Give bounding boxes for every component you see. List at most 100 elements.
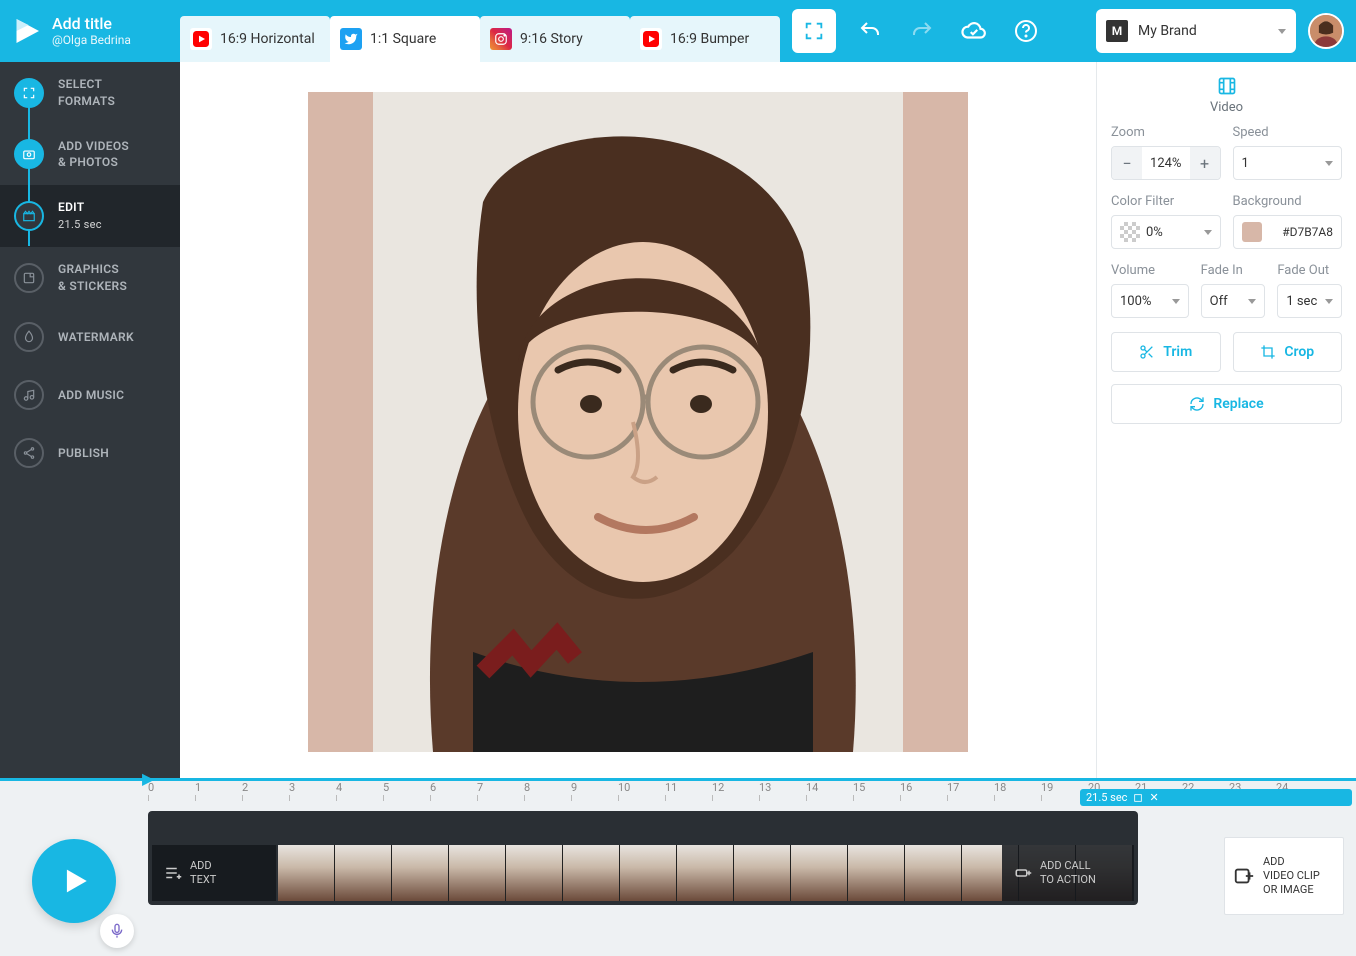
- add-clip-button[interactable]: ADDVIDEO CLIPOR IMAGE: [1224, 837, 1344, 915]
- step-music[interactable]: ADD MUSIC: [0, 366, 180, 424]
- zoom-minus[interactable]: −: [1112, 147, 1142, 179]
- transparent-swatch: [1120, 222, 1140, 242]
- fullscreen-button[interactable]: [792, 9, 836, 53]
- volume-label: Volume: [1111, 263, 1189, 278]
- timeline: ▶ 01234567891011121314151617181920212223…: [0, 778, 1356, 956]
- project-title[interactable]: Add title: [52, 14, 131, 33]
- clip-thumb: [734, 845, 791, 901]
- tab-square[interactable]: 1:1 Square: [330, 16, 480, 62]
- step-add-videos[interactable]: ADD VIDEOS& PHOTOS: [0, 124, 180, 186]
- cta-icon: [1014, 864, 1032, 882]
- fadeout-label: Fade Out: [1277, 263, 1342, 278]
- music-icon: [22, 388, 36, 402]
- video-canvas[interactable]: [308, 92, 968, 752]
- step-label: PUBLISH: [58, 445, 109, 462]
- step-label: GRAPHICS& STICKERS: [58, 261, 127, 295]
- zoom-plus[interactable]: +: [1190, 147, 1220, 179]
- chevron-down-icon: [1204, 230, 1212, 235]
- clip-thumb: [791, 845, 848, 901]
- topbar: Add title @Olga Bedrina 16:9 Horizontal …: [0, 0, 1356, 62]
- project-user: @Olga Bedrina: [52, 33, 131, 47]
- ruler-tick: 18: [994, 781, 1041, 805]
- ruler-tick: 9: [571, 781, 618, 805]
- background-label: Background: [1233, 194, 1343, 209]
- step-select-formats[interactable]: SELECTFORMATS: [0, 62, 180, 124]
- brand-name: My Brand: [1138, 23, 1197, 39]
- ruler-tick: 4: [336, 781, 383, 805]
- tab-label: 16:9 Bumper: [670, 31, 749, 47]
- clip-thumb: [905, 845, 962, 901]
- ruler-tick: 11: [665, 781, 712, 805]
- fadeout-select[interactable]: 1 sec: [1277, 284, 1342, 318]
- clip-thumb: [677, 845, 734, 901]
- step-edit[interactable]: EDIT21.5 sec: [0, 185, 180, 247]
- video-frame: [373, 92, 903, 752]
- instagram-icon: [490, 28, 512, 50]
- help-button[interactable]: [1008, 13, 1044, 49]
- replace-button[interactable]: Replace: [1111, 384, 1342, 424]
- clapper-icon: [22, 209, 36, 223]
- close-icon[interactable]: ✕: [1149, 791, 1158, 804]
- ruler-tick: 16: [900, 781, 947, 805]
- step-graphics[interactable]: GRAPHICS& STICKERS: [0, 247, 180, 309]
- ruler-tick: 13: [759, 781, 806, 805]
- volume-select[interactable]: 100%: [1111, 284, 1189, 318]
- colorfilter-label: Color Filter: [1111, 194, 1221, 209]
- trim-button[interactable]: Trim: [1111, 332, 1221, 372]
- video-clip[interactable]: ADDTEXT ADD CALLTO ACTION: [148, 811, 1138, 905]
- panel-title: Video: [1210, 100, 1243, 115]
- background-select[interactable]: #D7B7A8: [1233, 215, 1343, 249]
- share-icon: [22, 446, 36, 460]
- clip-thumb: [392, 845, 449, 901]
- fadein-select[interactable]: Off: [1201, 284, 1266, 318]
- ruler-tick: 3: [289, 781, 336, 805]
- brand-badge: M: [1106, 20, 1128, 42]
- expand-icon[interactable]: [1133, 793, 1143, 803]
- tab-story[interactable]: 9:16 Story: [480, 16, 630, 62]
- zoom-stepper[interactable]: − 124% +: [1111, 146, 1221, 180]
- step-label: WATERMARK: [58, 329, 134, 346]
- formats-icon: [22, 86, 36, 100]
- user-avatar[interactable]: [1308, 13, 1344, 49]
- brand-select[interactable]: M My Brand: [1096, 9, 1296, 53]
- app-logo: [12, 16, 42, 46]
- add-text-button[interactable]: ADDTEXT: [152, 845, 276, 901]
- step-publish[interactable]: PUBLISH: [0, 424, 180, 482]
- speed-select[interactable]: 1: [1233, 146, 1343, 180]
- track-area[interactable]: 21.5 sec ✕ ADDTEXT ADD CALLTO ACTION: [148, 805, 1356, 956]
- tab-label: 9:16 Story: [520, 31, 583, 47]
- cloud-save-button[interactable]: [956, 13, 992, 49]
- zoom-label: Zoom: [1111, 125, 1221, 140]
- undo-button[interactable]: [852, 13, 888, 49]
- tab-label: 16:9 Horizontal: [220, 31, 315, 47]
- youtube-icon: [190, 28, 212, 50]
- replace-icon: [1189, 396, 1205, 412]
- crop-button[interactable]: Crop: [1233, 332, 1343, 372]
- sticker-icon: [22, 271, 36, 285]
- fadein-label: Fade In: [1201, 263, 1266, 278]
- bg-swatch: [1242, 222, 1262, 242]
- step-watermark[interactable]: WATERMARK: [0, 308, 180, 366]
- ruler-tick: 14: [806, 781, 853, 805]
- clip-thumb: [506, 845, 563, 901]
- chevron-down-icon: [1248, 299, 1256, 304]
- ruler-tick: 12: [712, 781, 759, 805]
- text-icon: [164, 864, 182, 882]
- add-media-icon: [1233, 865, 1255, 887]
- colorfilter-select[interactable]: 0%: [1111, 215, 1221, 249]
- youtube-icon: [640, 28, 662, 50]
- play-button[interactable]: [32, 839, 116, 923]
- add-cta-button[interactable]: ADD CALLTO ACTION: [1002, 845, 1134, 901]
- step-label: SELECTFORMATS: [58, 76, 115, 110]
- ruler-tick: 17: [947, 781, 994, 805]
- format-tabs: 16:9 Horizontal 1:1 Square 9:16 Story 16…: [180, 0, 780, 62]
- step-label: ADD MUSIC: [58, 387, 124, 404]
- clip-thumb: [620, 845, 677, 901]
- chevron-down-icon: [1278, 29, 1286, 34]
- tab-bumper[interactable]: 16:9 Bumper: [630, 16, 780, 62]
- redo-button[interactable]: [904, 13, 940, 49]
- voiceover-button[interactable]: [100, 914, 134, 948]
- chevron-down-icon: [1325, 161, 1333, 166]
- tab-horizontal[interactable]: 16:9 Horizontal: [180, 16, 330, 62]
- chevron-down-icon: [1325, 299, 1333, 304]
